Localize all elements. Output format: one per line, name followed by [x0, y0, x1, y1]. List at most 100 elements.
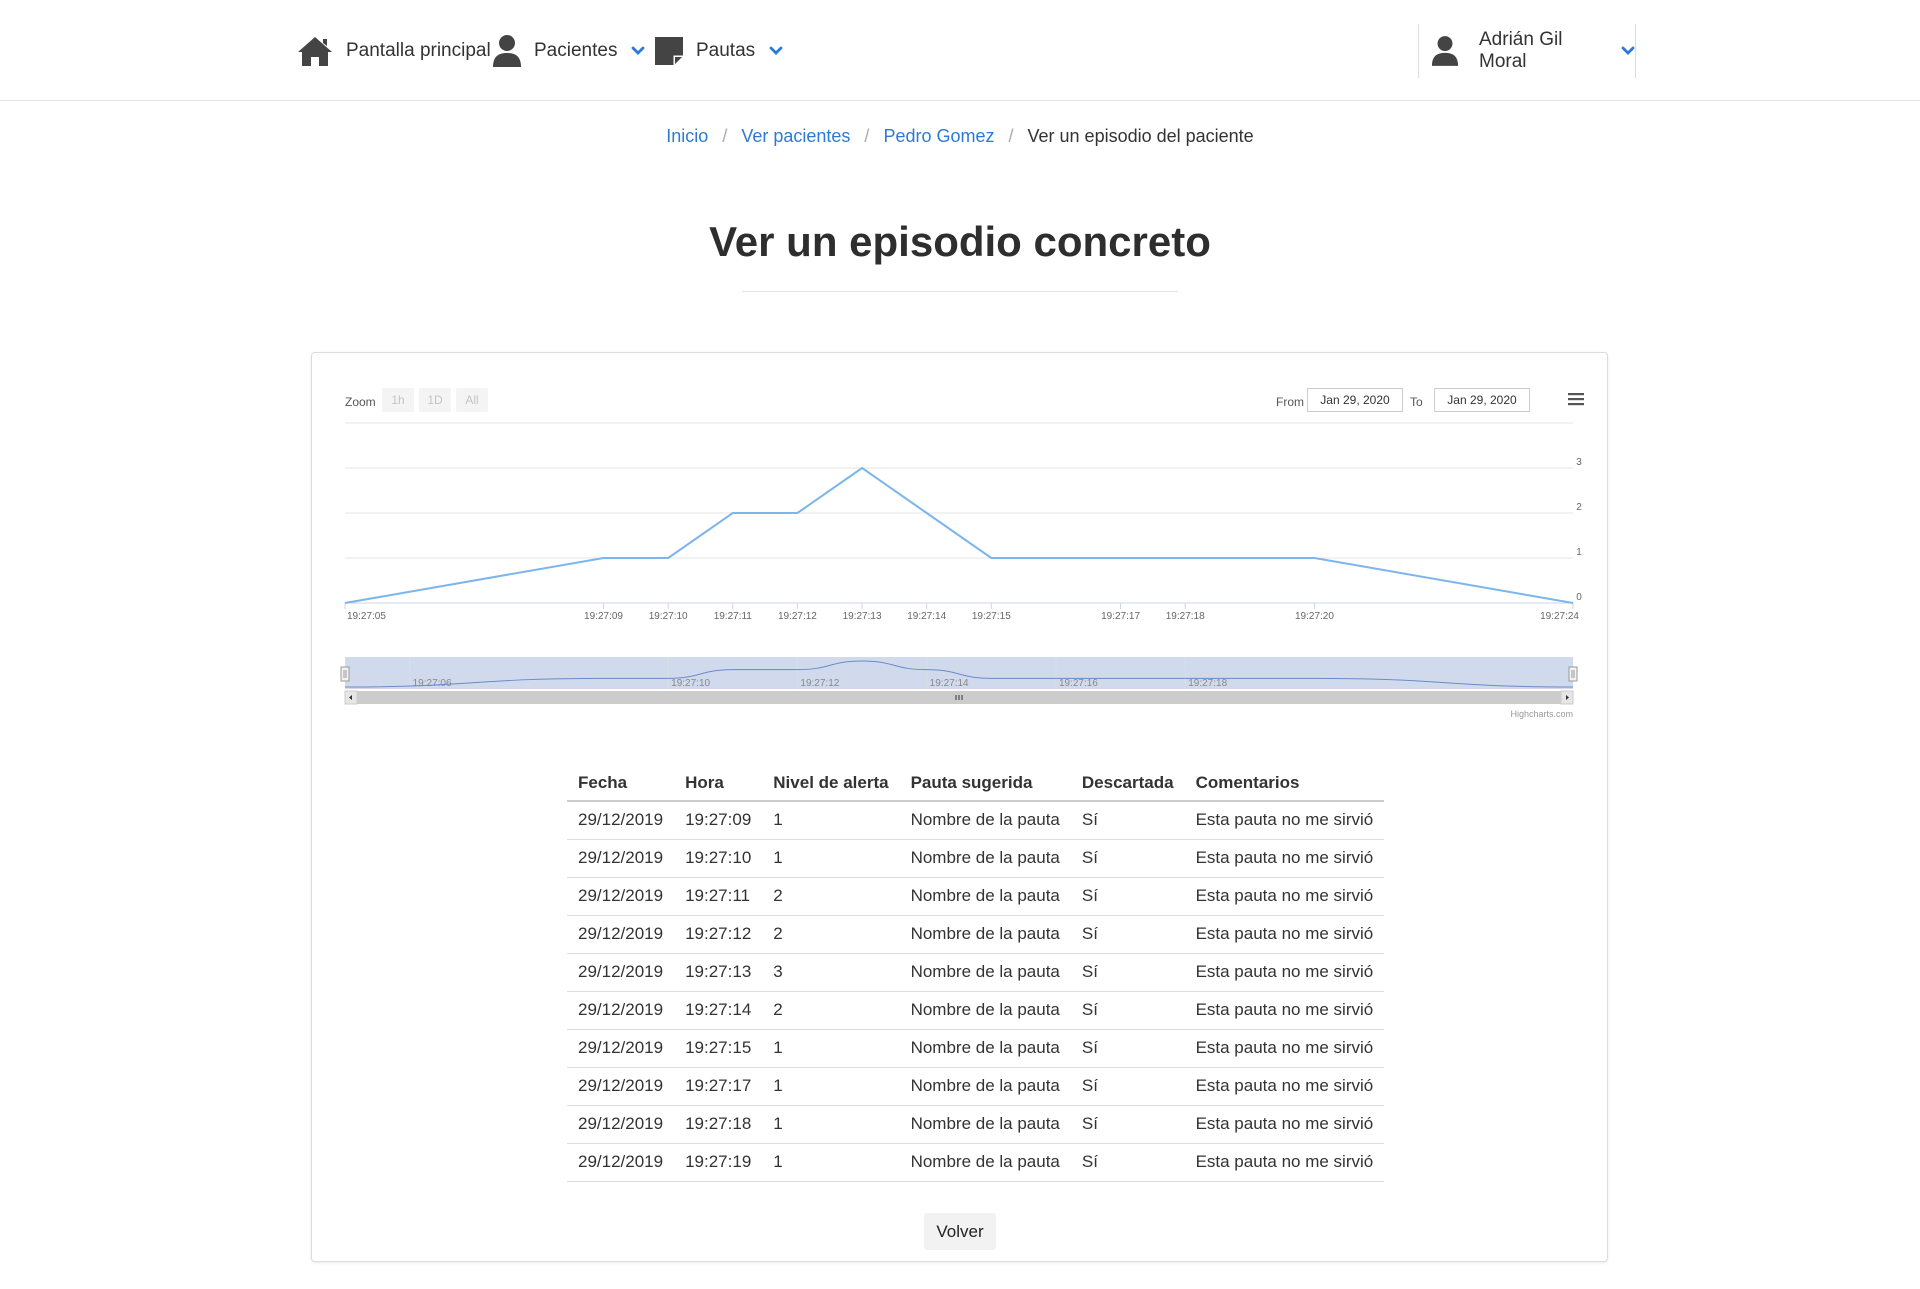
- x-tick-label: 19:27:14: [907, 611, 946, 622]
- cell-comentarios: Esta pauta no me sirvió: [1184, 1143, 1385, 1182]
- col-pauta: Pauta sugerida: [899, 765, 1071, 802]
- from-date-input[interactable]: Jan 29, 2020: [1307, 388, 1403, 412]
- cell-fecha: 29/12/2019: [567, 877, 675, 916]
- nav-pautas-label: Pautas: [696, 39, 756, 61]
- cell-fecha: 29/12/2019: [567, 953, 675, 992]
- highcharts-credit: Highcharts.com: [1510, 709, 1573, 719]
- home-icon: [296, 35, 334, 67]
- zoom-1h-button[interactable]: 1h: [382, 388, 414, 412]
- cell-pauta: Nombre de la pauta: [899, 877, 1071, 916]
- breadcrumb-separator: /: [722, 126, 728, 146]
- cell-nivel: 2: [762, 877, 900, 916]
- cell-descartada: Sí: [1070, 877, 1185, 916]
- zoom-all-button[interactable]: All: [456, 388, 488, 412]
- navigator-handle: [340, 666, 350, 682]
- table-row: 29/12/2019 19:27:18 1 Nombre de la pauta Sí E…: [567, 1105, 1385, 1144]
- cell-fecha: 29/12/2019: [567, 1105, 675, 1144]
- nav-home-label: Pantalla principal: [346, 39, 491, 61]
- series-line: [344, 466, 1574, 604]
- cell-nivel: 1: [762, 1067, 900, 1106]
- cell-pauta: Nombre de la pauta: [899, 839, 1071, 878]
- cell-hora: 19:27:09: [674, 801, 763, 840]
- col-comentarios: Comentarios: [1184, 765, 1385, 802]
- x-tick-label: 19:27:10: [649, 611, 688, 622]
- cell-descartada: Sí: [1070, 801, 1185, 840]
- cell-nivel: 1: [762, 1105, 900, 1144]
- breadcrumb-current: Ver un episodio del paciente: [1027, 126, 1254, 146]
- nav-home[interactable]: Pantalla principal: [296, 0, 491, 101]
- to-label: To: [1410, 395, 1423, 409]
- to-date-input[interactable]: Jan 29, 2020: [1434, 388, 1530, 412]
- breadcrumb-patient[interactable]: Pedro Gomez: [883, 126, 994, 146]
- breadcrumb-inicio[interactable]: Inicio: [666, 126, 708, 146]
- navigator-tick-label: 19:27:16: [1059, 678, 1098, 689]
- cell-hora: 19:27:18: [674, 1105, 763, 1144]
- nav-pacientes-label: Pacientes: [534, 39, 618, 61]
- col-descartada: Descartada: [1070, 765, 1185, 802]
- cell-hora: 19:27:19: [674, 1143, 763, 1182]
- cell-pauta: Nombre de la pauta: [899, 1105, 1071, 1144]
- cell-comentarios: Esta pauta no me sirvió: [1184, 1105, 1385, 1144]
- cell-fecha: 29/12/2019: [567, 991, 675, 1030]
- cell-comentarios: Esta pauta no me sirvió: [1184, 915, 1385, 954]
- col-hora: Hora: [674, 765, 763, 802]
- navigator-tick-label: 19:27:06: [413, 678, 452, 689]
- table-row: 29/12/2019 19:27:10 1 Nombre de la pauta Sí E…: [567, 839, 1385, 878]
- table-row: 29/12/2019 19:27:14 2 Nombre de la pauta Sí E…: [567, 991, 1385, 1030]
- episode-table: Fecha Hora Nivel de alerta Pauta sugerid…: [567, 765, 1385, 1182]
- cell-comentarios: Esta pauta no me sirvió: [1184, 1067, 1385, 1106]
- cell-comentarios: Esta pauta no me sirvió: [1184, 1029, 1385, 1068]
- cell-descartada: Sí: [1070, 1067, 1185, 1106]
- cell-hora: 19:27:17: [674, 1067, 763, 1106]
- x-tick-label: 19:27:09: [584, 611, 623, 622]
- cell-comentarios: Esta pauta no me sirvió: [1184, 877, 1385, 916]
- y-tick-label: 0: [1576, 592, 1582, 603]
- breadcrumb-ver-pacientes[interactable]: Ver pacientes: [741, 126, 850, 146]
- chevron-down-icon: [1621, 46, 1635, 56]
- episode-card: 0 1 2 3 19:27:05 19:27:09 19:27:10 19:27:11 19:2…: [311, 352, 1608, 1262]
- navigator-tick-label: 19:27:12: [800, 678, 839, 689]
- cell-pauta: Nombre de la pauta: [899, 1029, 1071, 1068]
- navigator-handle: [1568, 666, 1578, 682]
- top-navbar: Pantalla principal Pacientes Pautas Adri…: [0, 0, 1920, 101]
- breadcrumb-separator: /: [1008, 126, 1014, 146]
- cell-nivel: 1: [762, 839, 900, 878]
- table-row: 29/12/2019 19:27:11 2 Nombre de la pauta Sí E…: [567, 877, 1385, 916]
- cell-pauta: Nombre de la pauta: [899, 915, 1071, 954]
- stock-chart: 0 1 2 3 19:27:05 19:27:09 19:27:10 19:27:11 19:2…: [332, 371, 1588, 781]
- cell-nivel: 2: [762, 991, 900, 1030]
- user-menu[interactable]: Adrián Gil Moral: [1418, 24, 1636, 78]
- x-tick-label: 19:27:15: [972, 611, 1011, 622]
- nav-pautas[interactable]: Pautas: [654, 0, 783, 101]
- page-title: Ver un episodio concreto: [709, 218, 1211, 265]
- table-row: 29/12/2019 19:27:19 1 Nombre de la pauta Sí E…: [567, 1143, 1385, 1182]
- title-divider: [742, 291, 1178, 292]
- volver-button[interactable]: Volver: [924, 1213, 996, 1250]
- table-row: 29/12/2019 19:27:12 2 Nombre de la pauta Sí E…: [567, 915, 1385, 954]
- x-tick-label: 19:27:13: [843, 611, 882, 622]
- chevron-down-icon: [631, 46, 645, 56]
- cell-descartada: Sí: [1070, 991, 1185, 1030]
- cell-nivel: 1: [762, 1029, 900, 1068]
- cell-nivel: 3: [762, 953, 900, 992]
- cell-pauta: Nombre de la pauta: [899, 991, 1071, 1030]
- y-tick-label: 2: [1576, 502, 1582, 513]
- cell-hora: 19:27:14: [674, 991, 763, 1030]
- cell-fecha: 29/12/2019: [567, 915, 675, 954]
- x-tick-label: 19:27:18: [1166, 611, 1205, 622]
- zoom-1d-button[interactable]: 1D: [419, 388, 451, 412]
- cell-fecha: 29/12/2019: [567, 1143, 675, 1182]
- chart-menu-icon[interactable]: [1566, 389, 1590, 413]
- user-icon: [1431, 35, 1459, 67]
- nav-pacientes[interactable]: Pacientes: [492, 0, 645, 101]
- table-row: 29/12/2019 19:27:09 1 Nombre de la pauta Sí E…: [567, 801, 1385, 840]
- table-row: 29/12/2019 19:27:17 1 Nombre de la pauta Sí E…: [567, 1067, 1385, 1106]
- chart-svg: 0 1 2 3 19:27:05 19:27:09 19:27:10 19:27:11 19:2…: [340, 422, 1582, 719]
- cell-hora: 19:27:13: [674, 953, 763, 992]
- cell-hora: 19:27:10: [674, 839, 763, 878]
- cell-hora: 19:27:15: [674, 1029, 763, 1068]
- cell-pauta: Nombre de la pauta: [899, 801, 1071, 840]
- navigator-tick-label: 19:27:18: [1188, 678, 1227, 689]
- table-header-row: Fecha Hora Nivel de alerta Pauta sugerid…: [567, 765, 1385, 802]
- cell-descartada: Sí: [1070, 1029, 1185, 1068]
